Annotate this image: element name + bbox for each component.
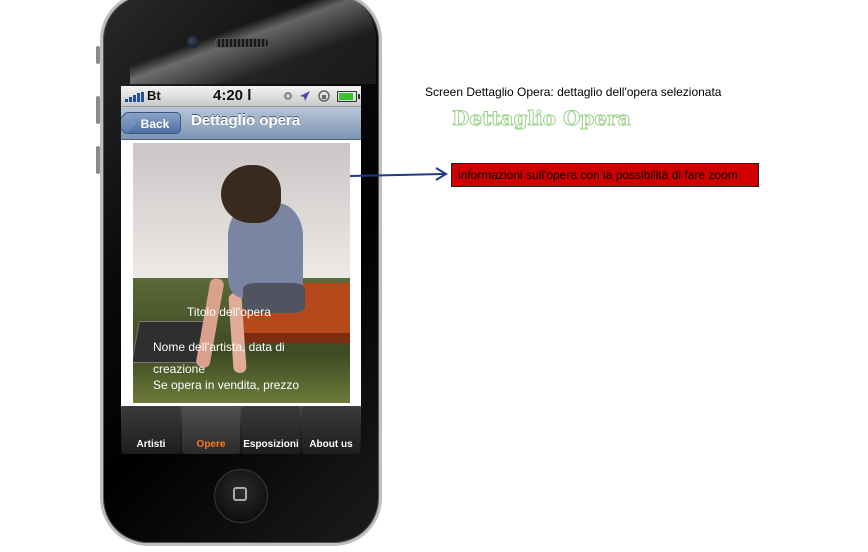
tab-label: Esposizioni [243,439,299,450]
tab-bar: Artisti Opere Esposizioni About us [121,406,361,454]
artwork-image[interactable]: Titolo dell'opera Nome dell'artista, dat… [133,143,350,403]
volume-up-button [96,96,100,124]
tab-esposizioni[interactable]: Esposizioni [242,406,300,454]
tab-label: Artisti [136,439,166,450]
tab-artisti[interactable]: Artisti [122,406,180,454]
back-button[interactable]: Back [121,112,181,135]
phone-screen: Bt 4:20 l Back Dettaglio opera Titolo de… [121,86,361,454]
screen-caption: Screen Dettaglio Opera: dettaglio dell'o… [425,85,722,99]
nav-title: Dettaglio opera [191,112,301,129]
tab-label: Opere [196,439,226,450]
status-icons [283,90,360,102]
mute-switch [96,46,100,64]
callout-box: informazioni sull'opera con la possibili… [451,163,759,187]
tab-opere[interactable]: Opere [182,406,240,454]
callout-arrow-icon [349,167,448,181]
artwork-hair [221,165,281,223]
speaker-grille [215,38,269,48]
artwork-artist-date: Nome dell'artista, data di creazione [153,340,285,376]
front-camera-icon [187,36,199,48]
status-time: 4:20 l [213,87,252,104]
outline-title: Dettaglio Opera [452,106,632,131]
battery-icon [337,90,360,102]
lock-rotation-icon [318,90,330,102]
navigation-bar: Back Dettaglio opera [121,107,361,140]
status-bar: Bt 4:20 l [121,86,361,107]
back-arrow-icon [121,112,137,135]
volume-down-button [96,146,100,174]
alarm-icon [284,92,292,100]
location-icon [300,91,310,101]
back-button-label: Back [140,117,170,131]
artwork-sale-price: Se opera in vendita, prezzo [153,378,300,392]
signal-icon [125,92,144,102]
tab-label: About us [309,439,353,450]
tab-about-us[interactable]: About us [302,406,360,454]
home-button[interactable] [214,469,268,523]
artwork-title: Titolo dell'opera [187,305,271,319]
carrier-name: Bt [147,88,161,103]
home-button-icon [233,487,247,501]
